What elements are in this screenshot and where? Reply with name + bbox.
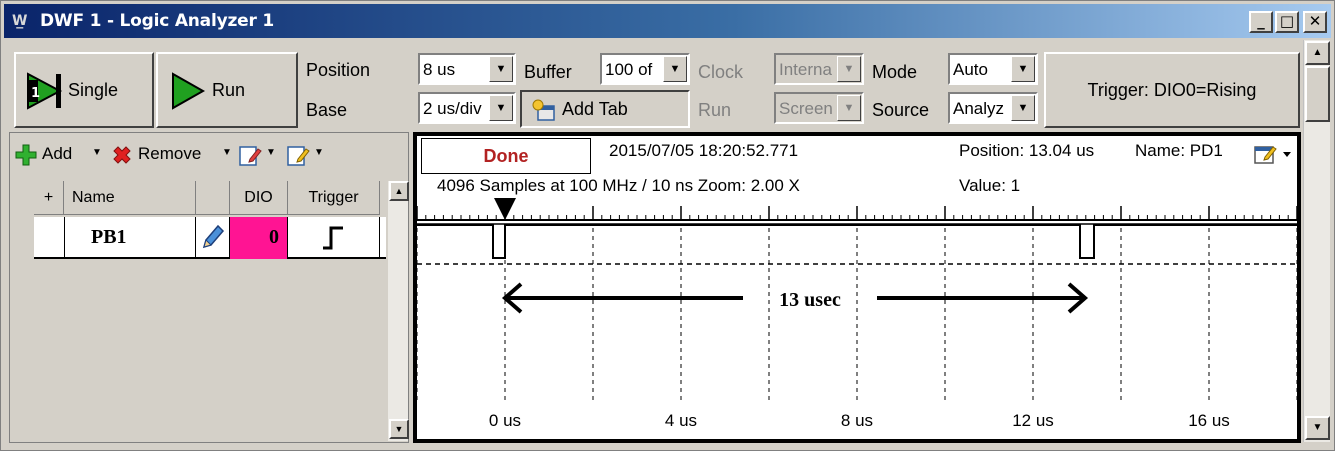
dropdown-arrow-icon[interactable]: ▼: [489, 95, 513, 121]
chevron-down-icon: ▼: [266, 147, 276, 158]
channel-dio-cell[interactable]: 0: [230, 217, 288, 259]
trigger-button-label: Trigger: DIO0=Rising: [1087, 80, 1257, 100]
expand-column-header[interactable]: +: [34, 181, 64, 215]
dio-column-header[interactable]: DIO: [230, 181, 288, 215]
channel-trigger-cell[interactable]: [288, 217, 380, 259]
waveform-plot[interactable]: 13 usec 0 us 4 us 8 us 12 us 16 us: [417, 136, 1297, 439]
chevron-down-icon: ▼: [222, 147, 232, 158]
base-select[interactable]: 2 us/div ▼: [418, 92, 516, 124]
clock-label: Clock: [698, 62, 744, 82]
dropdown-arrow-icon[interactable]: ▼: [837, 56, 861, 82]
remove-channel-label: Remove: [138, 144, 202, 163]
time-axis-label: 16 us: [1188, 411, 1230, 430]
waveform-view[interactable]: Done 2015/07/05 18:20:52.771 4096 Sample…: [413, 132, 1301, 443]
app-logo-icon: W̲: [12, 13, 28, 29]
dropdown-arrow-icon[interactable]: ▼: [489, 56, 513, 82]
svg-text:1: 1: [31, 86, 40, 101]
rising-edge-icon: [323, 226, 343, 250]
close-button[interactable]: ✕: [1303, 11, 1327, 33]
position-select[interactable]: 8 us ▼: [418, 53, 516, 85]
channels-table-header: + Name DIO Trigger: [34, 181, 386, 215]
logic-analyzer-window: W̲ DWF 1 - Logic Analyzer 1 _ □ ✕ 1 Sing…: [0, 0, 1335, 451]
time-axis-label: 12 us: [1012, 411, 1054, 430]
position-label: Position: [306, 60, 371, 80]
run-button[interactable]: Run: [156, 52, 298, 128]
channel-name-cell[interactable]: PB1: [64, 217, 196, 259]
dropdown-arrow-icon[interactable]: ▼: [1011, 56, 1035, 82]
edit-list-icon: [239, 146, 262, 166]
source-label: Source: [872, 100, 930, 120]
play-icon: [172, 72, 206, 110]
measurement-label: 13 usec: [779, 289, 841, 311]
scroll-up-icon[interactable]: ▲: [389, 181, 409, 201]
run-button-label: Run: [212, 80, 246, 100]
dropdown-arrow-icon[interactable]: ▼: [1011, 95, 1035, 121]
run-mode-label: Run: [698, 100, 732, 120]
single-button-label: Single: [68, 80, 119, 100]
time-axis-labels: 0 us 4 us 8 us 12 us 16 us: [489, 411, 1230, 430]
single-button[interactable]: 1 Single: [14, 52, 154, 128]
scroll-up-icon[interactable]: ▲: [1305, 41, 1330, 65]
base-label: Base: [306, 100, 348, 120]
acquisition-toolbar: 1 Single Run Position 8 us ▼ Base 2 us/d…: [4, 40, 1300, 130]
maximize-button[interactable]: □: [1275, 11, 1299, 33]
name-column-header[interactable]: Name: [64, 181, 196, 215]
table-row[interactable]: PB1 0: [34, 217, 386, 259]
remove-x-icon: [113, 146, 131, 164]
time-axis-label: 4 us: [665, 411, 697, 430]
channels-panel: Add ▼ Remove ▼ ▼ ▼ + Name DIO Trigger PB…: [9, 132, 409, 443]
scrollbar-thumb[interactable]: [1305, 66, 1330, 122]
channels-toolbar: Add ▼ Remove ▼ ▼ ▼: [10, 133, 408, 175]
channel-options-button[interactable]: ▼: [286, 141, 330, 169]
scroll-down-icon[interactable]: ▼: [389, 419, 409, 439]
edit-column-header: [196, 181, 230, 215]
window-title: DWF 1 - Logic Analyzer 1: [40, 11, 275, 31]
plus-icon: [15, 144, 37, 166]
pencil-icon: [202, 224, 225, 249]
add-channel-label: Add: [42, 144, 73, 163]
trigger-column-header[interactable]: Trigger: [288, 181, 380, 215]
time-ruler-ticks: [417, 206, 1297, 220]
time-axis-label: 8 us: [841, 411, 873, 430]
add-tab-button[interactable]: Add Tab: [520, 90, 690, 128]
dropdown-arrow-icon[interactable]: ▼: [663, 56, 687, 82]
source-select[interactable]: Analyz ▼: [948, 92, 1038, 124]
single-run-icon: 1: [27, 72, 63, 110]
buffer-select[interactable]: 100 of ▼: [600, 53, 690, 85]
scroll-down-icon[interactable]: ▼: [1305, 416, 1330, 440]
dropdown-arrow-icon[interactable]: ▼: [837, 95, 861, 121]
grid-lines: [417, 228, 1297, 404]
add-tab-icon: [532, 99, 555, 121]
clock-select[interactable]: Interna ▼: [774, 53, 864, 85]
chevron-down-icon: ▼: [314, 147, 324, 158]
minimize-button[interactable]: _: [1249, 11, 1273, 33]
channels-scrollbar[interactable]: ▲ ▼: [388, 181, 409, 441]
channel-dio-value: 0: [269, 226, 279, 248]
title-bar[interactable]: W̲ DWF 1 - Logic Analyzer 1 _ □ ✕: [4, 4, 1331, 38]
edit-note-icon: [287, 146, 310, 166]
mode-select[interactable]: Auto ▼: [948, 53, 1038, 85]
time-axis-label: 0 us: [489, 411, 521, 430]
mode-label: Mode: [872, 62, 918, 82]
remove-channel-button[interactable]: Remove ▼: [110, 141, 234, 169]
edit-channel-button[interactable]: ▼: [238, 141, 282, 169]
channel-edit-cell[interactable]: [196, 217, 230, 259]
buffer-label: Buffer: [524, 62, 572, 82]
chevron-down-icon: ▼: [92, 147, 102, 158]
trigger-marker-icon[interactable]: [494, 198, 516, 220]
run-mode-select[interactable]: Screen ▼: [774, 92, 864, 124]
add-tab-label: Add Tab: [562, 99, 628, 119]
trigger-button[interactable]: Trigger: DIO0=Rising: [1044, 52, 1300, 128]
vertical-scrollbar[interactable]: ▲ ▼: [1303, 40, 1330, 442]
add-channel-button[interactable]: Add ▼: [14, 141, 102, 169]
channel-name: PB1: [91, 226, 127, 248]
